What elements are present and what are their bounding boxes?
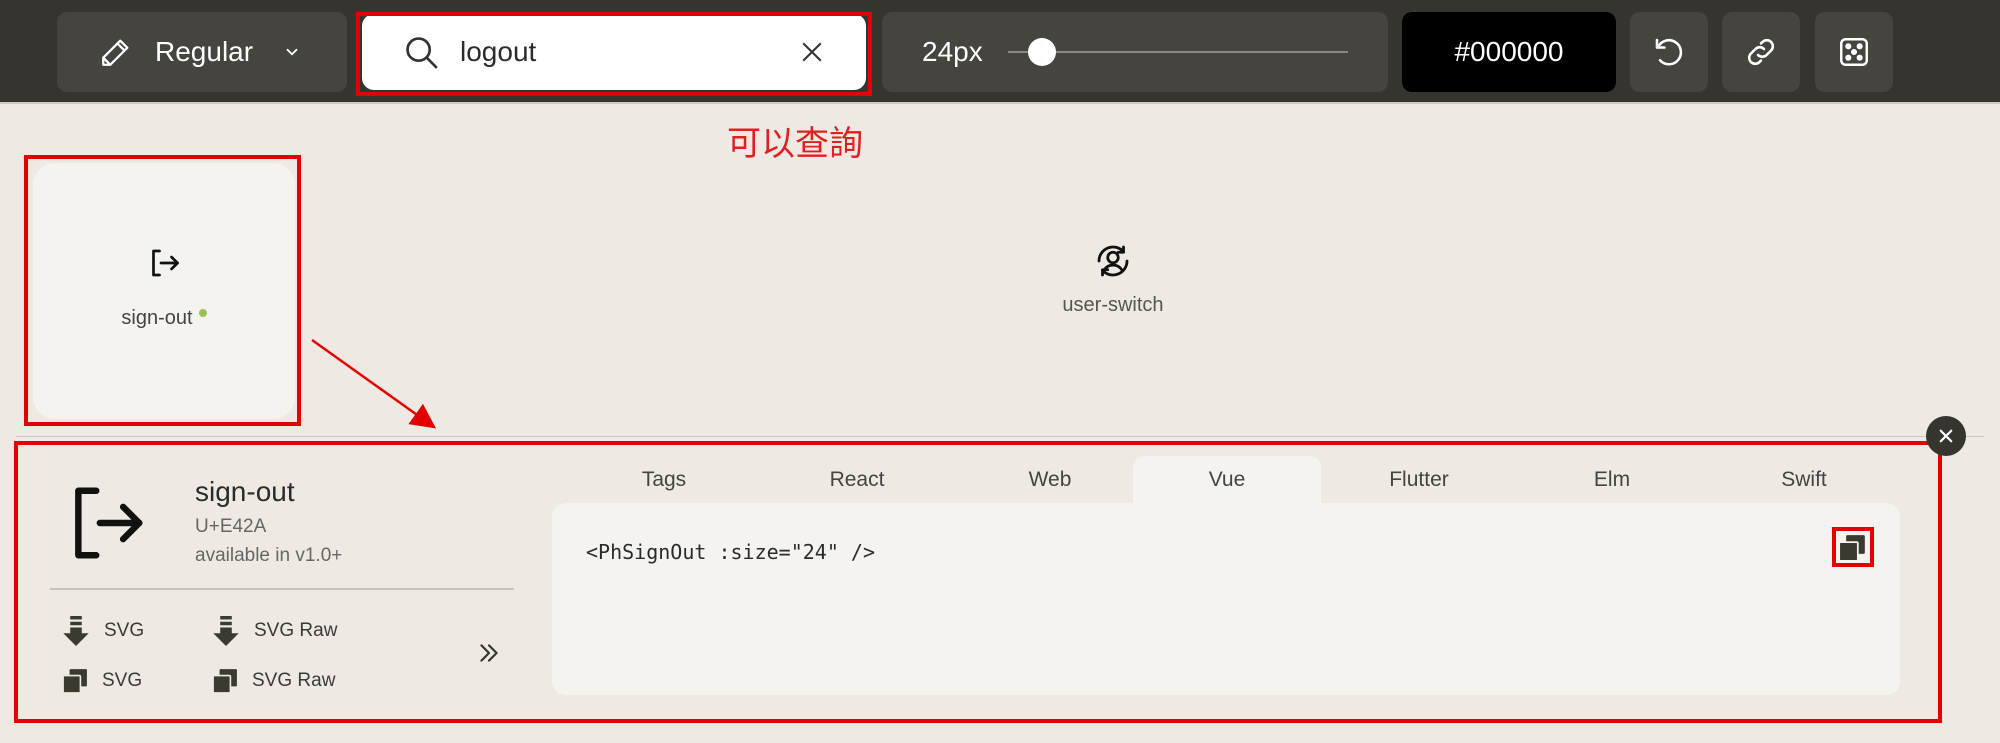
tab-tags[interactable]: Tags xyxy=(570,456,758,504)
copy-highlight-box xyxy=(1832,527,1874,567)
copy-svg-raw-button[interactable]: SVG Raw xyxy=(212,668,335,694)
section-divider xyxy=(16,436,1984,437)
tab-vue[interactable]: Vue xyxy=(1133,456,1321,504)
tab-web[interactable]: Web xyxy=(956,456,1144,504)
tab-react[interactable]: React xyxy=(763,456,951,504)
tab-swift[interactable]: Swift xyxy=(1710,456,1898,504)
download-svg-button[interactable]: SVG xyxy=(62,616,144,646)
download-icon xyxy=(63,616,89,646)
sign-out-preview-icon xyxy=(75,487,143,559)
copy-svg-raw-label: SVG Raw xyxy=(252,670,336,691)
tab-elm[interactable]: Elm xyxy=(1518,456,1706,504)
close-icon xyxy=(1939,429,1953,443)
download-svg-label: SVG xyxy=(104,620,145,641)
copy-icon xyxy=(212,669,237,694)
copy-icon xyxy=(62,669,87,694)
copy-svg-button[interactable]: SVG xyxy=(62,668,142,694)
tab-flutter[interactable]: Flutter xyxy=(1325,456,1513,504)
chevrons-right-icon[interactable] xyxy=(476,640,502,666)
close-details-button[interactable] xyxy=(1926,416,1966,456)
copy-svg-label: SVG xyxy=(102,670,143,691)
details-icon-name: sign-out xyxy=(195,476,295,507)
snippet-box xyxy=(552,503,1900,695)
download-icon xyxy=(213,616,239,646)
snippet-code[interactable]: <PhSignOut :size="24" /> xyxy=(586,540,875,564)
snippet-tabs: Tags React Web Vue Flutter Elm Swift xyxy=(570,456,1900,504)
download-svg-raw-label: SVG Raw xyxy=(254,620,338,641)
annotation-arrow-card xyxy=(311,338,437,429)
details-separator xyxy=(50,588,514,590)
details-codepoint: U+E42A xyxy=(195,516,267,537)
details-availability: available in v1.0+ xyxy=(195,545,343,566)
download-svg-raw-button[interactable]: SVG Raw xyxy=(212,616,337,646)
